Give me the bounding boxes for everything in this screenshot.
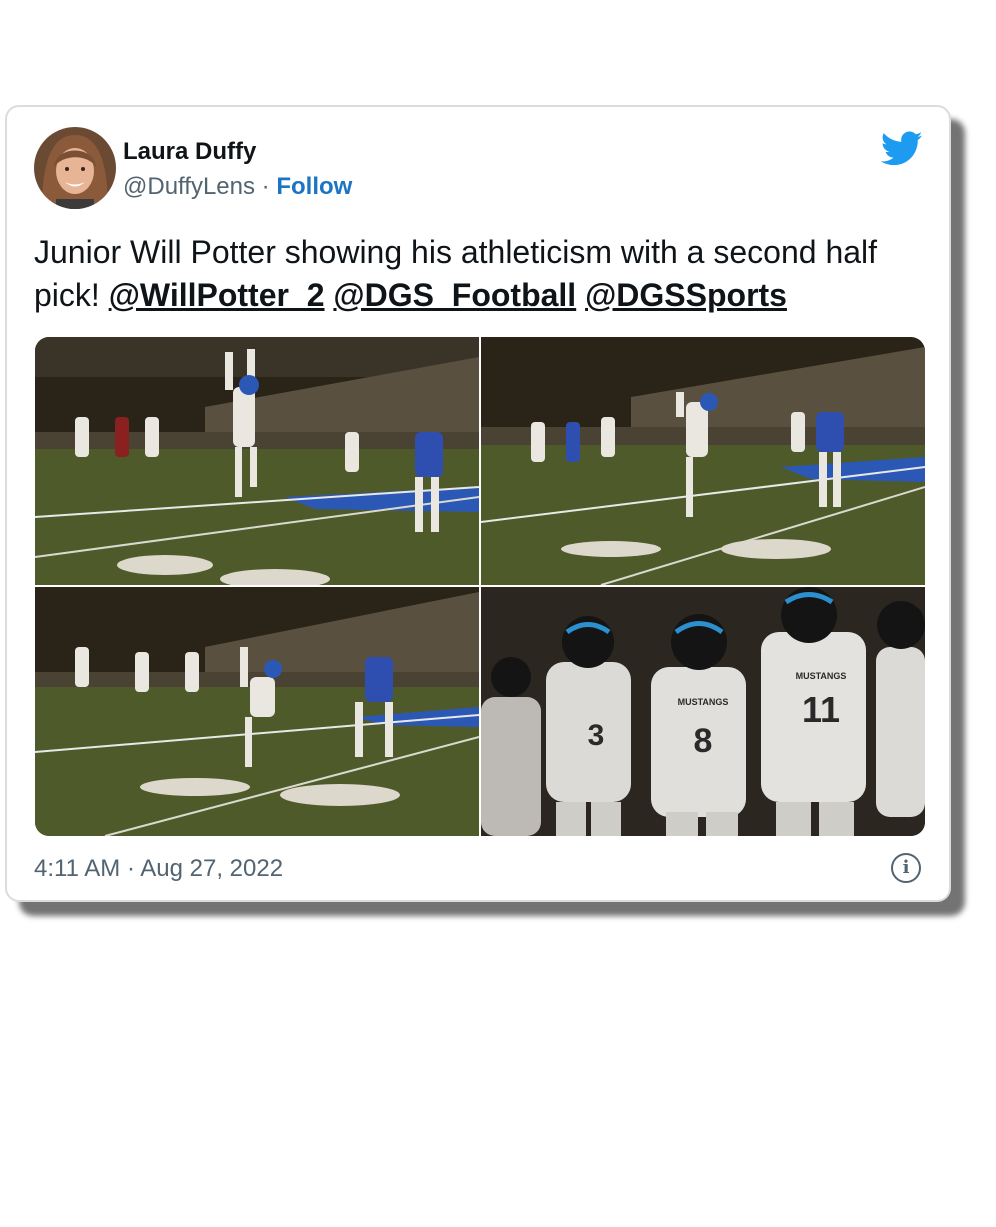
author-handle[interactable]: @DuffyLens xyxy=(123,173,255,200)
team-name-label-2: MUSTANGS xyxy=(796,671,847,681)
mention-dgs-football[interactable]: @DGS_Football xyxy=(333,277,576,313)
twitter-bird-icon[interactable] xyxy=(880,131,923,167)
tweet-card[interactable]: Laura Duffy @DuffyLens · Follow Junior W… xyxy=(5,105,951,902)
photo-players[interactable]: 3 MUSTANGS 8 MUSTANGS 11 xyxy=(481,587,925,836)
team-name-label: MUSTANGS xyxy=(678,697,729,707)
info-icon[interactable]: i xyxy=(891,853,921,883)
jersey-number-8: 8 xyxy=(694,722,713,760)
jersey-number-11: 11 xyxy=(802,689,840,730)
author-meta: @DuffyLens · Follow xyxy=(123,173,352,201)
follow-button[interactable]: Follow xyxy=(276,173,352,200)
photo-catch-3[interactable] xyxy=(35,587,479,836)
tweet-timestamp[interactable]: 4:11 AM · Aug 27, 2022 xyxy=(34,855,283,883)
jersey-number-3: 3 xyxy=(588,719,605,752)
meta-separator: · xyxy=(255,173,277,200)
photo-catch-2[interactable] xyxy=(481,337,925,585)
mention-dgs-sports[interactable]: @DGSSports xyxy=(585,277,787,313)
avatar[interactable] xyxy=(34,127,116,209)
media-grid: 3 MUSTANGS 8 MUSTANGS 11 xyxy=(35,337,925,836)
tweet-text: Junior Will Potter showing his athletici… xyxy=(34,231,914,317)
author-name[interactable]: Laura Duffy xyxy=(123,138,256,166)
mention-willpotter[interactable]: @WillPotter_2 xyxy=(109,277,325,313)
photo-catch-1[interactable] xyxy=(35,337,479,585)
